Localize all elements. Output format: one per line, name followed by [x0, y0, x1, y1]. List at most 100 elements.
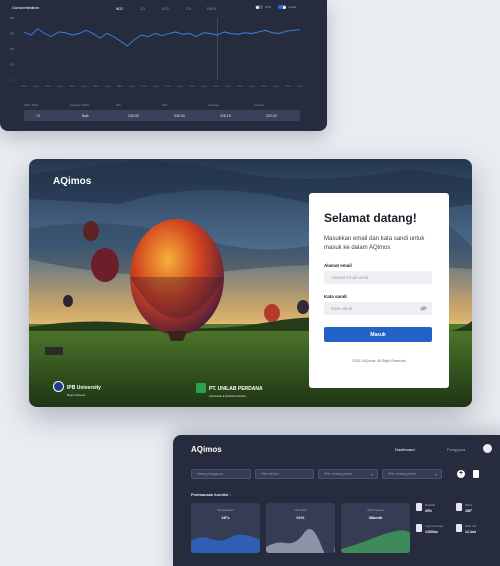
add-icon[interactable]: + [457, 470, 465, 478]
extra-stats: Rainfall 20% Wind 180° Light Intensity 1… [416, 503, 496, 534]
tab-no2[interactable]: NO2 [108, 7, 131, 11]
x-tick-label: 14:00 [189, 86, 195, 88]
x-tick-label: 00:00 [21, 86, 27, 88]
wind-speed-card[interactable]: Wind Speed 36km/h [341, 503, 410, 553]
tab-o3[interactable]: O3 [177, 7, 200, 11]
col-ispu: ISPU NO2 [24, 103, 39, 107]
login-page-preview: AQimos IPB University Bogor Indonesia PT… [29, 159, 472, 407]
concentration-dashboard-preview: Concentration NO2 CO SO2 O3 PM10 NO2 Gra… [0, 0, 327, 131]
chevron-down-icon: ▾ [435, 473, 437, 477]
wind-speed-label: Wind Speed [367, 508, 384, 512]
eye-off-icon[interactable] [420, 306, 427, 311]
x-tick-label: 03:00 [57, 86, 63, 88]
ipb-sub: Bogor Indonesia [67, 394, 86, 397]
tab-co[interactable]: CO [131, 7, 154, 11]
tab-so2[interactable]: SO2 [154, 7, 177, 11]
x-tick-label: 16:00 [213, 86, 219, 88]
light-label: Light Intensity [425, 524, 444, 528]
ipb-university-logo: IPB University Bogor Indonesia [53, 376, 101, 397]
no2-toggle-label: NO2 [265, 5, 272, 9]
val-min: 234.00 [128, 113, 139, 118]
x-tick-label: 12:00 [165, 86, 171, 88]
light-value: 1200lux [425, 530, 438, 534]
temperature-card[interactable]: Temperature 28°c [191, 503, 260, 553]
val-max: 339.00 [174, 113, 185, 118]
x-tick-label: 04:00 [69, 86, 75, 88]
y-tick-label: 0 [10, 78, 12, 82]
brand-logo: AQimos [53, 176, 92, 187]
wind-icon [456, 503, 462, 511]
y-tick-label: 300 [10, 32, 15, 36]
end-range-filter[interactable]: Pilih rentang akhir ▾ [382, 469, 442, 479]
concentration-line-chart: 400 300 200 100 0 00:00 01:00 02:00 03:00 04:00 05… [10, 16, 304, 88]
main-dashboard-preview: AQimos Dashboard Pengguna Nama pengguna … [173, 435, 500, 566]
wind-stat: Wind 180° [456, 503, 496, 513]
col-max: Max [162, 103, 168, 107]
login-button[interactable]: Masuk [324, 327, 432, 342]
rainfall-label: Rainfall [425, 503, 436, 507]
unilab-emblem-icon [196, 382, 206, 393]
rainfall-stat: Rainfall 20% [416, 503, 456, 513]
col-kategori: Kategori ISPU [70, 103, 90, 107]
wind-label: Wind [465, 503, 472, 507]
chart-toggles: NO2 Grafik [255, 5, 296, 9]
val-current: 322.00 [266, 113, 277, 118]
col-min: Min [116, 103, 121, 107]
user-name-filter[interactable]: Nama pengguna [191, 469, 251, 479]
summary-values-row: 74 Baik 234.00 339.00 315.18 322.00 [24, 110, 300, 121]
x-tick-label: 06:00 [93, 86, 99, 88]
start-range-filter[interactable]: Pilih rentang awal ▾ [318, 469, 378, 479]
humidity-sparkline [266, 529, 335, 553]
x-tick-label: 17:00 [225, 86, 231, 88]
x-tick-label: 18:00 [237, 86, 243, 88]
rain-vol-icon [456, 524, 462, 532]
series-line [23, 28, 301, 47]
x-tick-label: 15:00 [201, 86, 207, 88]
trash-icon[interactable] [473, 470, 479, 478]
device-filter[interactable]: Pilih device [255, 469, 314, 479]
chevron-down-icon: ▾ [371, 473, 373, 477]
x-tick-label: 19:00 [249, 86, 255, 88]
x-tick-label: 11:00 [153, 86, 159, 88]
ipb-logo-text: IPB University Bogor Indonesia [67, 376, 101, 397]
x-tick-label: 23:00 [297, 86, 303, 88]
light-icon [416, 524, 422, 532]
password-field[interactable]: Kata sandi [324, 302, 432, 315]
start-range-text: Pilih rentang awal [324, 472, 352, 476]
tab-pm10[interactable]: PM10 [200, 7, 223, 11]
x-tick-label: 22:00 [285, 86, 291, 88]
copyright-text: ©2021 AQimos. All Right Reserved [351, 359, 407, 363]
nav-dashboard[interactable]: Dashboard [395, 447, 415, 452]
grafik-toggle[interactable] [278, 5, 287, 9]
rain-vol-value: 12.4ml [465, 530, 476, 534]
x-tick-label: 07:00 [105, 86, 111, 88]
unilab-logo: PT. UNILAB PERDANA Instruments & Technic… [196, 377, 263, 398]
x-tick-label: 05:00 [81, 86, 87, 88]
login-form: Selamat datang! Masukkan email dan kata … [309, 193, 449, 388]
email-field[interactable]: Alamat email anda [324, 271, 432, 284]
dashboard-brand: AQimos [191, 445, 222, 454]
email-label: Alamat email [324, 263, 352, 268]
x-tick-label: 08:00 [117, 86, 123, 88]
unilab-logo-text: PT. UNILAB PERDANA Instruments & Technic… [209, 377, 263, 398]
temperature-value: 28°c [221, 515, 230, 520]
y-tick-label: 200 [10, 47, 15, 51]
unilab-name: PT. UNILAB PERDANA [209, 386, 263, 392]
x-tick-label: 02:00 [45, 86, 51, 88]
password-label: Kata sandi [324, 294, 347, 299]
col-current: Current [254, 103, 265, 107]
ipb-emblem-icon [53, 381, 64, 392]
temperature-label: Temperature [217, 508, 234, 512]
col-average: Average [208, 103, 220, 107]
light-stat: Light Intensity 1200lux [416, 524, 456, 534]
user-avatar-icon[interactable] [483, 444, 492, 453]
rainfall-value: 20% [425, 509, 433, 513]
nav-users[interactable]: Pengguna [447, 447, 465, 452]
chart-title: Concentration [12, 5, 40, 10]
ipb-name: IPB University [67, 385, 101, 391]
no2-toggle[interactable] [255, 5, 263, 9]
unilab-sub: Instruments & Technical Services [209, 395, 246, 398]
humidity-label: Humidity [294, 508, 307, 512]
temperature-sparkline [191, 534, 260, 553]
humidity-card[interactable]: Humidity 61% [266, 503, 335, 553]
